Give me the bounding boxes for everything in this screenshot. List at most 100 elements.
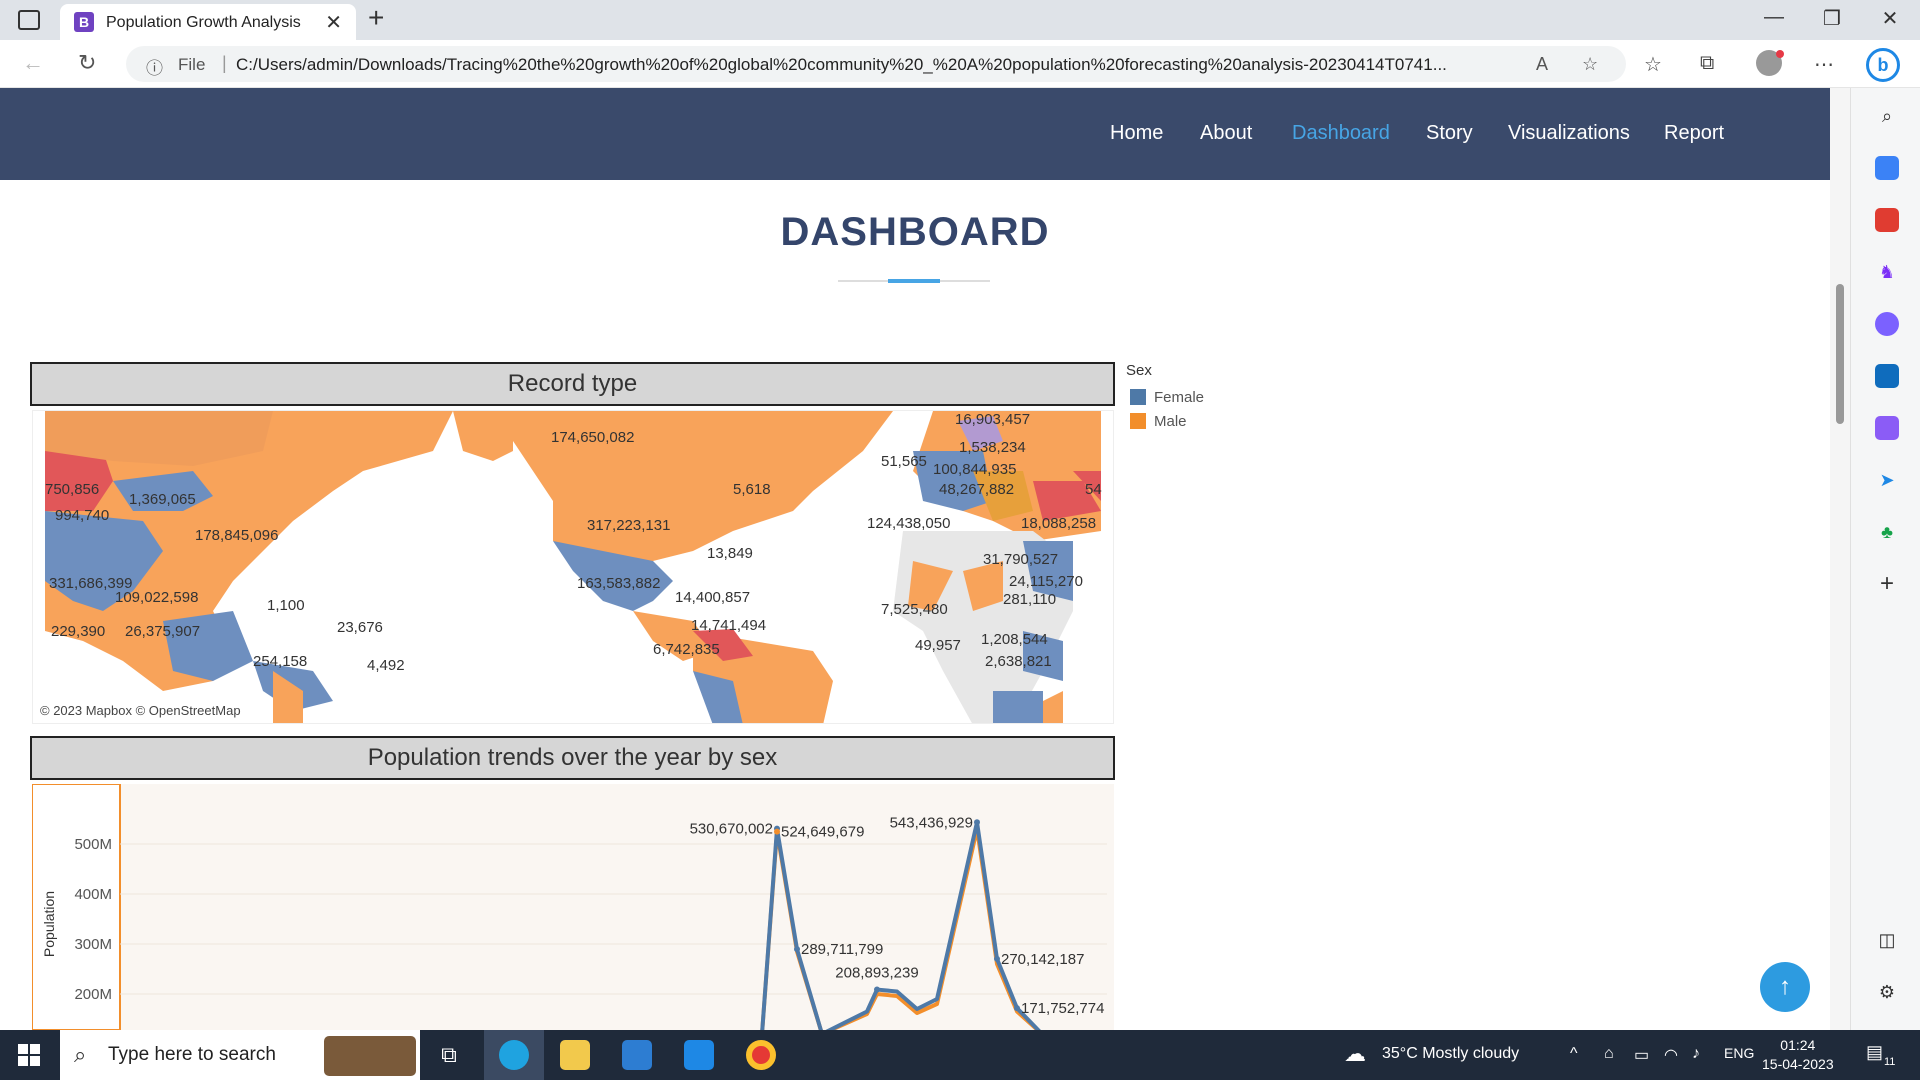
- url-text[interactable]: C:/Users/admin/Downloads/Tracing%20the%2…: [236, 55, 1536, 75]
- tab-close-icon[interactable]: ✕: [325, 10, 342, 35]
- map-label: 6,742,835: [653, 641, 720, 658]
- legend-item-male[interactable]: Male: [1126, 409, 1204, 433]
- split-screen-icon[interactable]: ◫: [1875, 928, 1899, 952]
- series-line-male[interactable]: [592, 827, 1042, 1030]
- map-label: 7,525,480: [881, 601, 948, 618]
- map-label: 18,088,258: [1021, 515, 1097, 532]
- map-label: 26,375,907: [125, 623, 201, 640]
- notification-icon[interactable]: ▤: [1866, 1042, 1883, 1063]
- tools-icon[interactable]: [1875, 208, 1899, 232]
- edge-icon[interactable]: [499, 1040, 529, 1070]
- data-point[interactable]: [774, 828, 780, 835]
- nav-visualizations[interactable]: Visualizations: [1508, 122, 1630, 145]
- legend-swatch-female: [1130, 389, 1146, 405]
- designer-icon[interactable]: [1875, 416, 1899, 440]
- task-view-icon[interactable]: ⧉: [434, 1040, 464, 1070]
- chrome-icon[interactable]: [746, 1040, 776, 1070]
- site-info-icon[interactable]: ⓘ: [146, 54, 163, 79]
- map-label: 281,110: [1003, 591, 1057, 608]
- nav-report[interactable]: Report: [1664, 122, 1724, 145]
- tab-title: Population Growth Analysis: [106, 14, 301, 31]
- weather-icon[interactable]: ☁: [1344, 1041, 1366, 1067]
- map-label: 1,369,065: [129, 491, 196, 508]
- meet-now-icon[interactable]: ⌂: [1604, 1045, 1614, 1063]
- sidebar-settings-icon[interactable]: ⚙: [1875, 980, 1899, 1004]
- population-trend-chart[interactable]: 500M 400M 300M 200M Population 530,670,002 524…: [32, 784, 1114, 1030]
- map-label: 750,856: [45, 481, 100, 498]
- weather-text[interactable]: 35°C Mostly cloudy: [1382, 1045, 1519, 1063]
- series-line-female[interactable]: [592, 820, 1042, 1030]
- refresh-icon[interactable]: ↻: [78, 50, 96, 76]
- data-label: 524,649,679: [781, 824, 864, 841]
- windows-start-icon[interactable]: [18, 1044, 40, 1066]
- data-label: 270,142,187: [1001, 951, 1084, 968]
- data-point[interactable]: [794, 946, 800, 953]
- map-attribution[interactable]: © 2023 Mapbox © OpenStreetMap: [37, 703, 244, 718]
- map-label: 1,208,544: [981, 631, 1048, 648]
- show-hidden-icons[interactable]: ^: [1570, 1045, 1578, 1063]
- legend-item-female[interactable]: Female: [1126, 385, 1204, 409]
- nav-about[interactable]: About: [1200, 122, 1252, 145]
- language-indicator[interactable]: ENG: [1724, 1045, 1754, 1061]
- map-label: 1,538,234: [959, 439, 1026, 456]
- data-point[interactable]: [1014, 1005, 1020, 1012]
- taskbar-clock[interactable]: 01:24 15-04-2023: [1762, 1036, 1834, 1074]
- site-navbar: Home About Dashboard Story Visualization…: [0, 88, 1830, 180]
- store-icon[interactable]: [622, 1040, 652, 1070]
- address-toolbar: ← ↻ ⓘ File | C:/Users/admin/Downloads/Tr…: [0, 40, 1920, 88]
- new-tab-icon[interactable]: +: [368, 2, 384, 34]
- data-label: 530,670,002: [690, 821, 773, 838]
- bing-copilot-icon[interactable]: b: [1866, 48, 1900, 82]
- sidebar-search-icon[interactable]: ⌕: [1875, 104, 1899, 128]
- battery-icon[interactable]: ▭: [1634, 1045, 1649, 1065]
- legend-label: Female: [1154, 388, 1205, 406]
- read-aloud-icon[interactable]: A: [1536, 54, 1548, 75]
- file-explorer-icon[interactable]: [560, 1040, 590, 1070]
- data-point[interactable]: [994, 955, 1000, 962]
- search-highlight-icon[interactable]: [324, 1036, 416, 1076]
- add-favorite-icon[interactable]: ☆: [1582, 54, 1598, 75]
- sex-legend: Sex Female Male: [1126, 362, 1204, 433]
- map-label: 2,638,821: [985, 653, 1052, 670]
- map-label: 16,903,457: [955, 411, 1031, 428]
- games-icon[interactable]: ♞: [1875, 260, 1899, 284]
- nav-dashboard[interactable]: Dashboard: [1292, 122, 1390, 145]
- microsoft365-icon[interactable]: [1875, 312, 1899, 336]
- wifi-icon[interactable]: ◠: [1664, 1045, 1678, 1065]
- scrollbar-thumb[interactable]: [1836, 284, 1844, 424]
- map-label: 994,740: [55, 507, 110, 524]
- favorites-icon[interactable]: ☆: [1644, 52, 1662, 77]
- back-icon[interactable]: ←: [22, 50, 44, 76]
- data-point[interactable]: [974, 819, 980, 826]
- tab-actions-icon[interactable]: [18, 10, 40, 30]
- address-bar[interactable]: ⓘ File | C:/Users/admin/Downloads/Tracin…: [126, 46, 1626, 82]
- search-icon: ⌕: [74, 1042, 87, 1067]
- collections-icon[interactable]: ⧉: [1700, 52, 1714, 75]
- nav-home[interactable]: Home: [1110, 122, 1163, 145]
- outlook-icon[interactable]: [1875, 364, 1899, 388]
- scroll-to-top-button[interactable]: ↑: [1760, 962, 1810, 1012]
- choropleth-map[interactable]: 174,650,082 16,903,457 1,538,234 51,565 …: [32, 410, 1114, 724]
- map-label: 109,022,598: [115, 589, 199, 606]
- window-close-icon[interactable]: ✕: [1870, 6, 1910, 31]
- map-label: 51,565: [881, 453, 927, 470]
- clock-time: 01:24: [1780, 1037, 1816, 1053]
- restore-icon[interactable]: ❐: [1812, 6, 1852, 31]
- minimize-icon[interactable]: —: [1754, 6, 1794, 29]
- nav-story[interactable]: Story: [1426, 122, 1473, 145]
- browser-tab[interactable]: B Population Growth Analysis ✕: [60, 4, 356, 40]
- tree-icon[interactable]: ♣: [1875, 520, 1899, 544]
- legend-label: Male: [1154, 412, 1187, 430]
- send-icon[interactable]: ➤: [1875, 468, 1899, 492]
- data-point[interactable]: [874, 986, 880, 993]
- page-scrollbar[interactable]: [1830, 88, 1850, 1030]
- map-label: 14,400,857: [675, 589, 751, 606]
- mail-icon[interactable]: [684, 1040, 714, 1070]
- add-sidebar-app-icon[interactable]: +: [1875, 572, 1899, 596]
- chart-title: Population trends over the year by sex: [30, 736, 1115, 780]
- map-label: 23,676: [337, 619, 383, 636]
- volume-icon[interactable]: ♪: [1692, 1045, 1700, 1063]
- shopping-icon[interactable]: [1875, 156, 1899, 180]
- more-options-icon[interactable]: ⋯: [1814, 52, 1834, 77]
- data-label: 543,436,929: [890, 814, 973, 831]
